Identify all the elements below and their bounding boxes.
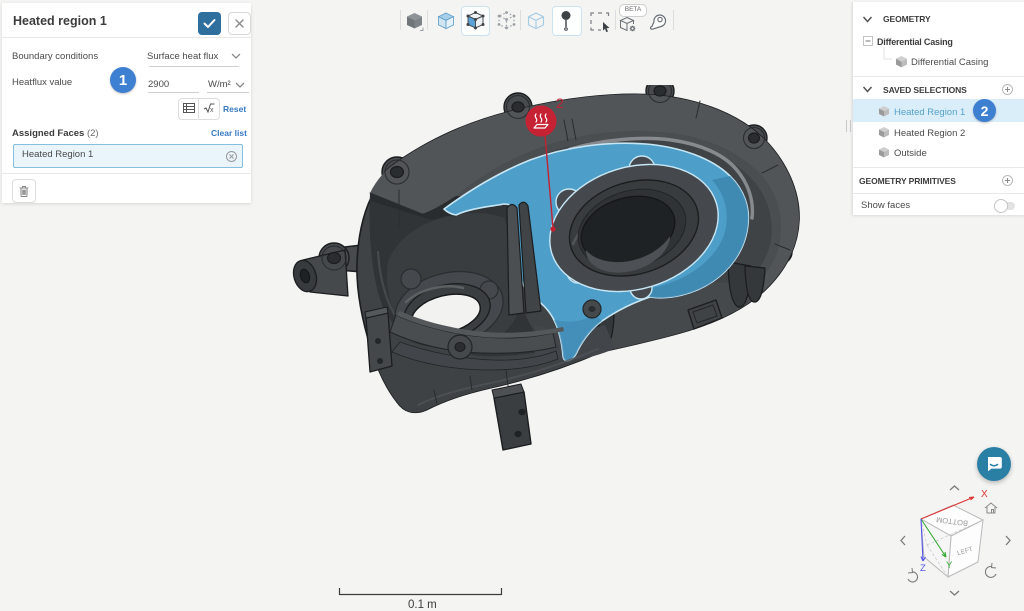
svg-text:0.1 m: 0.1 m bbox=[408, 599, 437, 610]
svg-text:X: X bbox=[981, 489, 988, 500]
svg-text:Y: Y bbox=[946, 560, 953, 571]
svg-text:x: x bbox=[210, 107, 214, 114]
svg-text:2: 2 bbox=[556, 95, 564, 111]
svg-text:Z: Z bbox=[920, 563, 926, 574]
